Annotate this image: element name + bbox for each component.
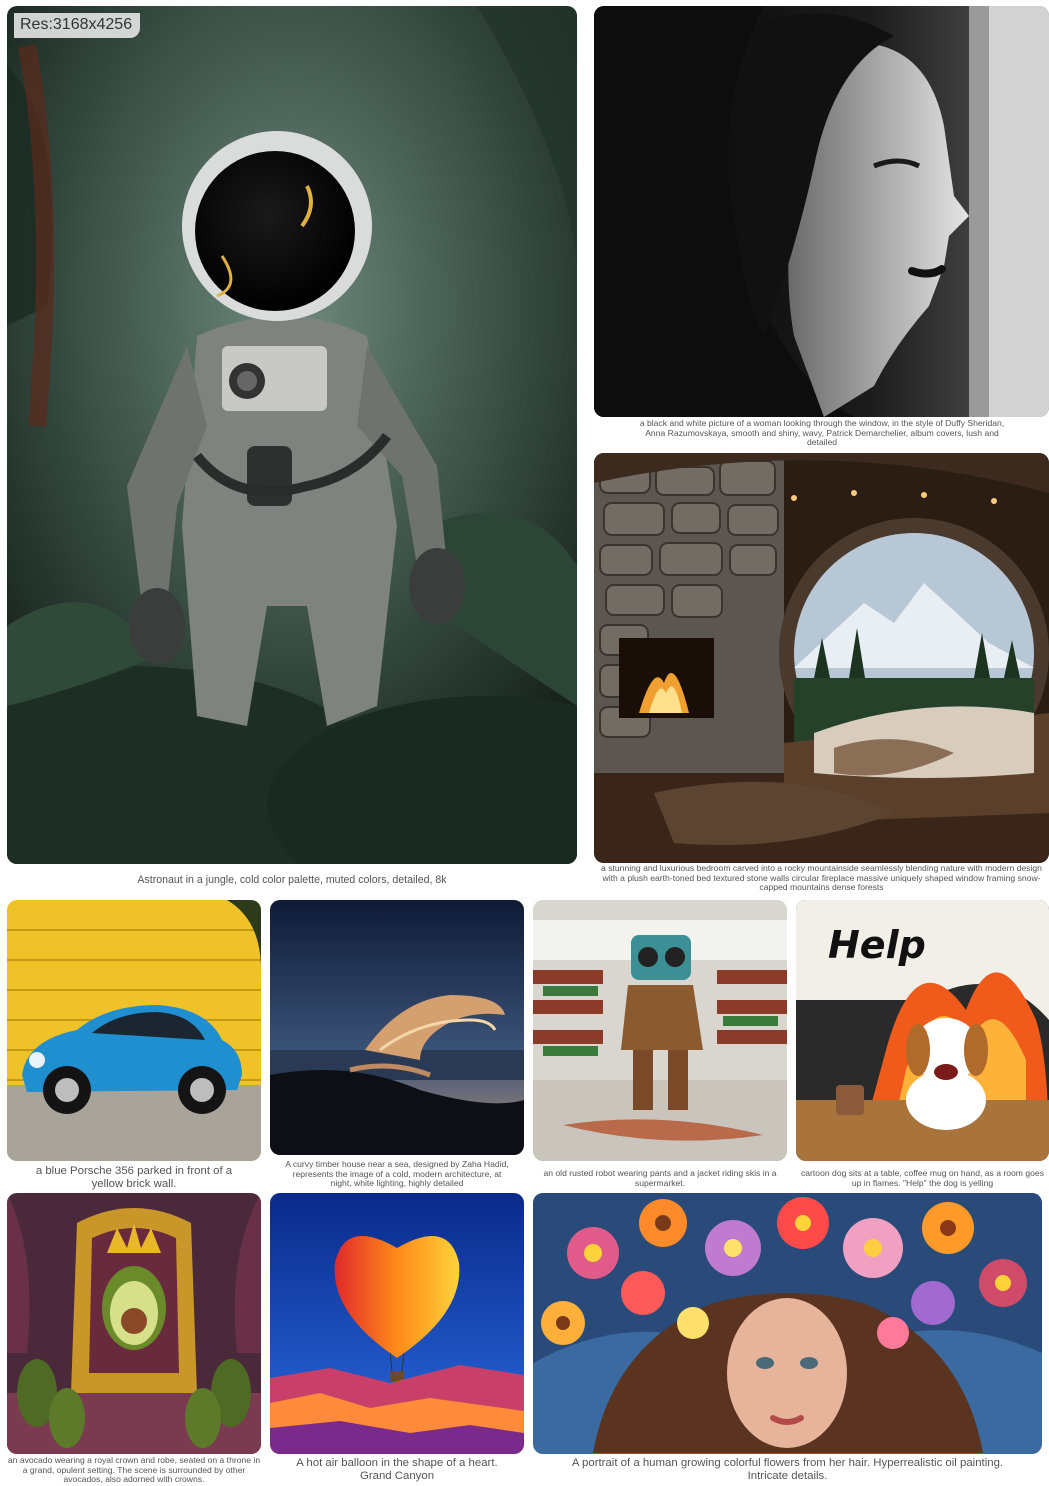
caption-woman: a black and white picture of a woman loo…: [639, 419, 1005, 448]
balloon-illustration: [270, 1193, 524, 1454]
image-flowers[interactable]: [533, 1193, 1042, 1454]
caption-avocado: an avocado wearing a royal crown and rob…: [7, 1456, 261, 1485]
image-porsche[interactable]: [7, 900, 261, 1161]
caption-robot: an old rusted robot wearing pants and a …: [543, 1169, 777, 1188]
image-dog[interactable]: Help: [796, 900, 1049, 1161]
caption-porsche: a blue Porsche 356 parked in front of a …: [35, 1165, 233, 1190]
image-balloon[interactable]: [270, 1193, 524, 1454]
image-bedroom[interactable]: [594, 453, 1049, 863]
image-astronaut[interactable]: Res:3168x4256: [7, 6, 577, 864]
image-avocado[interactable]: [7, 1193, 261, 1454]
caption-bedroom: a stunning and luxurious bedroom carved …: [601, 864, 1042, 893]
caption-dog: cartoon dog sits at a table, coffee mug …: [800, 1169, 1044, 1188]
caption-balloon: A hot air balloon in the shape of a hear…: [296, 1457, 498, 1482]
dog-illustration: Help: [796, 900, 1049, 1161]
image-woman[interactable]: [594, 6, 1049, 417]
astronaut-illustration: [7, 6, 577, 864]
avocado-illustration: [7, 1193, 261, 1454]
image-robot[interactable]: [533, 900, 787, 1161]
bedroom-illustration: [594, 453, 1049, 863]
timber-house-illustration: [270, 900, 524, 1155]
caption-timber-house: A curvy timber house near a sea, designe…: [285, 1160, 509, 1189]
caption-flowers: A portrait of a human growing colorful f…: [571, 1457, 1004, 1482]
robot-illustration: [533, 900, 787, 1161]
caption-astronaut: Astronaut in a jungle, cold color palett…: [137, 875, 447, 886]
resolution-badge: Res:3168x4256: [14, 13, 141, 38]
help-sign-text: Help: [828, 923, 926, 967]
flowers-portrait-illustration: [533, 1193, 1042, 1454]
image-timber-house[interactable]: [270, 900, 524, 1155]
porsche-illustration: [7, 900, 261, 1161]
woman-portrait-illustration: [594, 6, 1049, 417]
